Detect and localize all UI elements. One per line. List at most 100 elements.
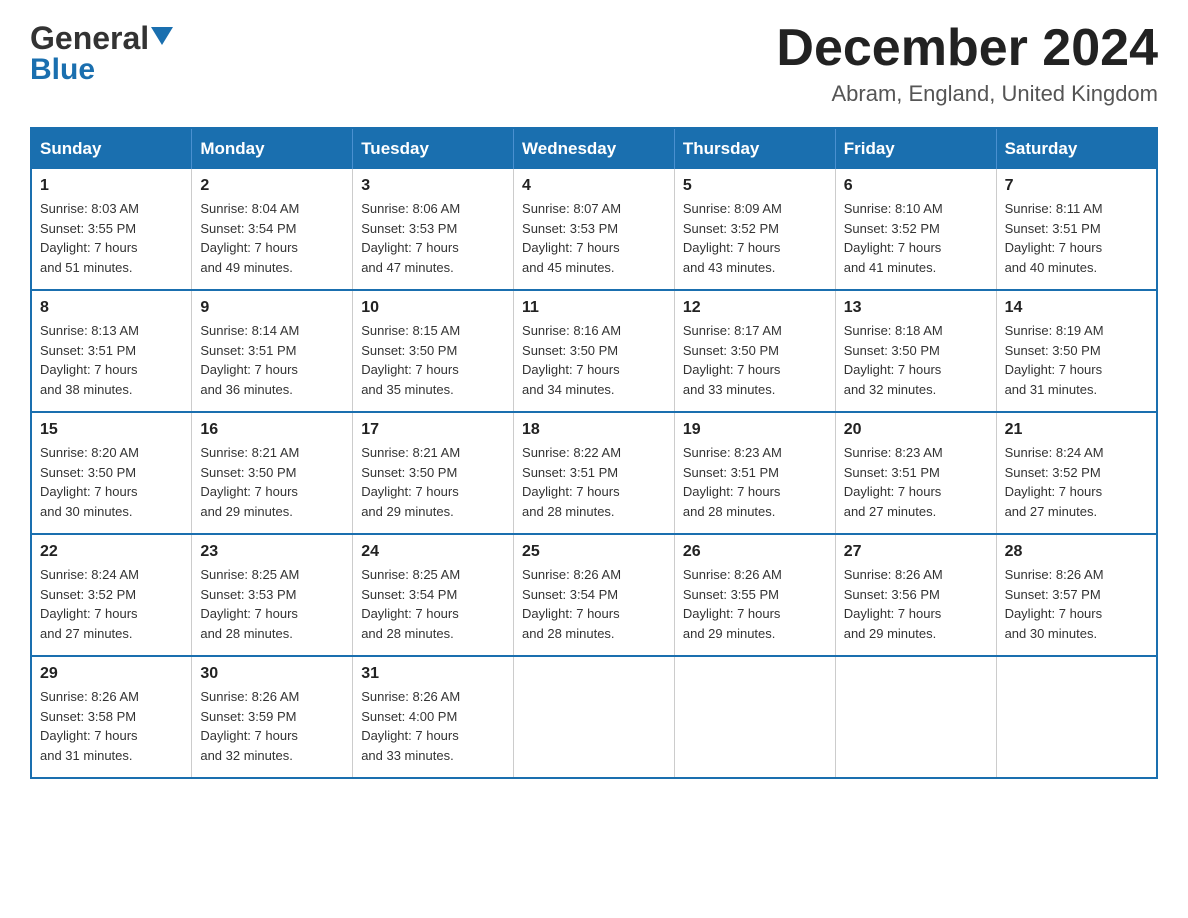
daylight-minutes: and 30 minutes. (40, 504, 133, 519)
day-info: Sunrise: 8:26 AM Sunset: 3:59 PM Dayligh… (200, 687, 344, 765)
col-sunday: Sunday (31, 128, 192, 169)
daylight-minutes: and 31 minutes. (1005, 382, 1098, 397)
daylight-minutes: and 49 minutes. (200, 260, 293, 275)
day-info: Sunrise: 8:18 AM Sunset: 3:50 PM Dayligh… (844, 321, 988, 399)
sunset-label: Sunset: 3:50 PM (683, 343, 779, 358)
daylight-minutes: and 28 minutes. (522, 504, 615, 519)
daylight-minutes: and 45 minutes. (522, 260, 615, 275)
day-info: Sunrise: 8:26 AM Sunset: 3:55 PM Dayligh… (683, 565, 827, 643)
sunrise-label: Sunrise: 8:04 AM (200, 201, 299, 216)
day-number: 30 (200, 665, 344, 683)
sunset-label: Sunset: 4:00 PM (361, 709, 457, 724)
day-number: 13 (844, 299, 988, 317)
day-number: 3 (361, 177, 505, 195)
day-info: Sunrise: 8:23 AM Sunset: 3:51 PM Dayligh… (683, 443, 827, 521)
day-number: 26 (683, 543, 827, 561)
daylight-minutes: and 31 minutes. (40, 748, 133, 763)
daylight-label: Daylight: 7 hours (844, 484, 942, 499)
sunset-label: Sunset: 3:53 PM (522, 221, 618, 236)
daylight-minutes: and 27 minutes. (40, 626, 133, 641)
table-row: 26 Sunrise: 8:26 AM Sunset: 3:55 PM Dayl… (674, 534, 835, 656)
day-number: 22 (40, 543, 183, 561)
sunset-label: Sunset: 3:50 PM (522, 343, 618, 358)
day-number: 21 (1005, 421, 1148, 439)
day-info: Sunrise: 8:26 AM Sunset: 3:54 PM Dayligh… (522, 565, 666, 643)
day-info: Sunrise: 8:21 AM Sunset: 3:50 PM Dayligh… (361, 443, 505, 521)
sunrise-label: Sunrise: 8:09 AM (683, 201, 782, 216)
daylight-label: Daylight: 7 hours (1005, 362, 1103, 377)
sunrise-label: Sunrise: 8:19 AM (1005, 323, 1104, 338)
table-row: 9 Sunrise: 8:14 AM Sunset: 3:51 PM Dayli… (192, 290, 353, 412)
table-row (996, 656, 1157, 778)
sunrise-label: Sunrise: 8:15 AM (361, 323, 460, 338)
daylight-minutes: and 33 minutes. (361, 748, 454, 763)
sunset-label: Sunset: 3:50 PM (361, 343, 457, 358)
daylight-label: Daylight: 7 hours (1005, 484, 1103, 499)
day-info: Sunrise: 8:26 AM Sunset: 4:00 PM Dayligh… (361, 687, 505, 765)
daylight-minutes: and 29 minutes. (361, 504, 454, 519)
day-number: 24 (361, 543, 505, 561)
day-info: Sunrise: 8:26 AM Sunset: 3:58 PM Dayligh… (40, 687, 183, 765)
col-thursday: Thursday (674, 128, 835, 169)
sunset-label: Sunset: 3:51 PM (683, 465, 779, 480)
logo-general-text: General (30, 20, 149, 57)
table-row: 10 Sunrise: 8:15 AM Sunset: 3:50 PM Dayl… (353, 290, 514, 412)
daylight-label: Daylight: 7 hours (200, 728, 298, 743)
daylight-minutes: and 43 minutes. (683, 260, 776, 275)
daylight-label: Daylight: 7 hours (683, 606, 781, 621)
day-number: 16 (200, 421, 344, 439)
col-tuesday: Tuesday (353, 128, 514, 169)
table-row: 27 Sunrise: 8:26 AM Sunset: 3:56 PM Dayl… (835, 534, 996, 656)
table-row: 3 Sunrise: 8:06 AM Sunset: 3:53 PM Dayli… (353, 169, 514, 290)
sunrise-label: Sunrise: 8:26 AM (844, 567, 943, 582)
day-info: Sunrise: 8:19 AM Sunset: 3:50 PM Dayligh… (1005, 321, 1148, 399)
sunrise-label: Sunrise: 8:03 AM (40, 201, 139, 216)
daylight-minutes: and 47 minutes. (361, 260, 454, 275)
daylight-label: Daylight: 7 hours (361, 728, 459, 743)
sunset-label: Sunset: 3:58 PM (40, 709, 136, 724)
day-number: 29 (40, 665, 183, 683)
day-info: Sunrise: 8:23 AM Sunset: 3:51 PM Dayligh… (844, 443, 988, 521)
table-row: 29 Sunrise: 8:26 AM Sunset: 3:58 PM Dayl… (31, 656, 192, 778)
day-info: Sunrise: 8:09 AM Sunset: 3:52 PM Dayligh… (683, 199, 827, 277)
daylight-minutes: and 35 minutes. (361, 382, 454, 397)
day-info: Sunrise: 8:26 AM Sunset: 3:56 PM Dayligh… (844, 565, 988, 643)
sunset-label: Sunset: 3:54 PM (522, 587, 618, 602)
table-row: 2 Sunrise: 8:04 AM Sunset: 3:54 PM Dayli… (192, 169, 353, 290)
day-number: 10 (361, 299, 505, 317)
daylight-label: Daylight: 7 hours (522, 240, 620, 255)
day-number: 27 (844, 543, 988, 561)
sunset-label: Sunset: 3:51 PM (522, 465, 618, 480)
table-row: 14 Sunrise: 8:19 AM Sunset: 3:50 PM Dayl… (996, 290, 1157, 412)
daylight-label: Daylight: 7 hours (40, 606, 138, 621)
sunset-label: Sunset: 3:50 PM (200, 465, 296, 480)
daylight-label: Daylight: 7 hours (683, 240, 781, 255)
table-row: 8 Sunrise: 8:13 AM Sunset: 3:51 PM Dayli… (31, 290, 192, 412)
table-row (674, 656, 835, 778)
calendar-week-row: 8 Sunrise: 8:13 AM Sunset: 3:51 PM Dayli… (31, 290, 1157, 412)
day-info: Sunrise: 8:04 AM Sunset: 3:54 PM Dayligh… (200, 199, 344, 277)
location: Abram, England, United Kingdom (776, 81, 1158, 107)
table-row: 20 Sunrise: 8:23 AM Sunset: 3:51 PM Dayl… (835, 412, 996, 534)
sunrise-label: Sunrise: 8:24 AM (1005, 445, 1104, 460)
table-row: 7 Sunrise: 8:11 AM Sunset: 3:51 PM Dayli… (996, 169, 1157, 290)
daylight-minutes: and 40 minutes. (1005, 260, 1098, 275)
sunrise-label: Sunrise: 8:18 AM (844, 323, 943, 338)
col-wednesday: Wednesday (514, 128, 675, 169)
sunset-label: Sunset: 3:57 PM (1005, 587, 1101, 602)
sunrise-label: Sunrise: 8:23 AM (844, 445, 943, 460)
daylight-minutes: and 33 minutes. (683, 382, 776, 397)
table-row (514, 656, 675, 778)
daylight-label: Daylight: 7 hours (200, 484, 298, 499)
sunset-label: Sunset: 3:52 PM (40, 587, 136, 602)
table-row: 23 Sunrise: 8:25 AM Sunset: 3:53 PM Dayl… (192, 534, 353, 656)
day-number: 7 (1005, 177, 1148, 195)
table-row: 31 Sunrise: 8:26 AM Sunset: 4:00 PM Dayl… (353, 656, 514, 778)
day-number: 25 (522, 543, 666, 561)
day-number: 6 (844, 177, 988, 195)
table-row: 17 Sunrise: 8:21 AM Sunset: 3:50 PM Dayl… (353, 412, 514, 534)
day-info: Sunrise: 8:24 AM Sunset: 3:52 PM Dayligh… (1005, 443, 1148, 521)
day-number: 9 (200, 299, 344, 317)
sunrise-label: Sunrise: 8:21 AM (200, 445, 299, 460)
day-info: Sunrise: 8:16 AM Sunset: 3:50 PM Dayligh… (522, 321, 666, 399)
